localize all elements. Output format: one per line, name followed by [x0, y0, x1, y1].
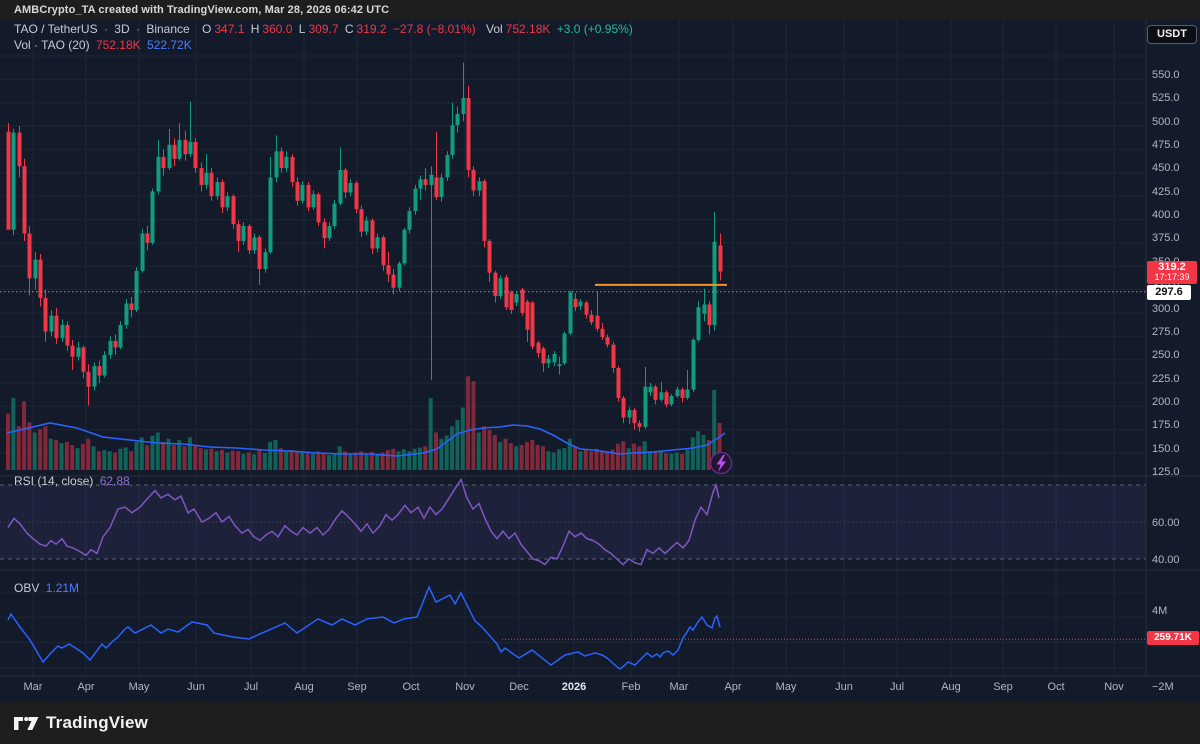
- price-tick-label: 300.0: [1152, 303, 1180, 315]
- vol-change: +3.0 (+0.95%): [557, 22, 633, 36]
- obv-title[interactable]: OBV: [14, 581, 39, 595]
- tradingview-logo[interactable]: TradingView: [14, 713, 148, 733]
- rsi-tick-label: 60.00: [1152, 517, 1180, 529]
- chart-area[interactable]: TAO / TetherUS · 3D · Binance O347.1 H36…: [0, 20, 1200, 702]
- exchange[interactable]: Binance: [146, 22, 189, 36]
- high-label: H: [251, 22, 260, 36]
- price-tick-label: 400.0: [1152, 209, 1180, 221]
- time-tick-label: Jul: [244, 681, 258, 693]
- tradingview-logo-text: TradingView: [46, 713, 148, 733]
- price-tick-label: 175.0: [1152, 419, 1180, 431]
- candlestick-series: [7, 63, 723, 432]
- tradingview-logo-icon: [14, 715, 39, 732]
- price-tick-label: 150.0: [1152, 443, 1180, 455]
- grid-lines: [0, 20, 1146, 676]
- low-value: 309.7: [308, 22, 338, 36]
- time-tick-label: Aug: [294, 681, 314, 693]
- volume-current: 752.18K: [96, 38, 141, 52]
- time-tick-label: Dec: [509, 681, 529, 693]
- price-tick-label: 225.0: [1152, 373, 1180, 385]
- high-value: 360.0: [262, 22, 292, 36]
- symbol-name[interactable]: TAO / TetherUS: [14, 22, 98, 36]
- time-tick-label: Aug: [941, 681, 961, 693]
- time-tick-label: 2026: [562, 681, 586, 693]
- time-tick-label: Sep: [347, 681, 367, 693]
- volume-ma: 522.72K: [147, 38, 192, 52]
- time-tick-label: Apr: [77, 681, 94, 693]
- tradingview-screenshot: AMBCrypto_TA created with TradingView.co…: [0, 0, 1200, 744]
- obv-legend[interactable]: OBV 1.21M: [14, 581, 82, 595]
- time-tick-label: Mar: [24, 681, 43, 693]
- rsi-value: 62.88: [100, 474, 130, 488]
- obv-value: 1.21M: [46, 581, 79, 595]
- chart-canvas[interactable]: [0, 20, 1200, 702]
- price-tick-label: 425.0: [1152, 186, 1180, 198]
- time-tick-label: Nov: [455, 681, 475, 693]
- time-tick-label: May: [776, 681, 797, 693]
- volume-bars: [6, 376, 722, 470]
- open-label: O: [202, 22, 211, 36]
- time-tick-label: Oct: [1047, 681, 1064, 693]
- last-price-label: 319.2 17:17:39: [1147, 261, 1197, 284]
- time-tick-label: Sep: [993, 681, 1013, 693]
- interval[interactable]: 3D: [114, 22, 129, 36]
- time-tick-label: Jun: [187, 681, 205, 693]
- vol-value: 752.18K: [506, 22, 551, 36]
- flash-icon[interactable]: [711, 453, 732, 474]
- change-value: −27.8 (−8.01%): [393, 22, 476, 36]
- vol-label: Vol: [486, 22, 503, 36]
- price-tick-label: 500.0: [1152, 116, 1180, 128]
- rsi-title[interactable]: RSI (14, close): [14, 474, 93, 488]
- drawing-lines: [0, 285, 1146, 292]
- price-tick-label: 550.0: [1152, 69, 1180, 81]
- attribution-bar: AMBCrypto_TA created with TradingView.co…: [0, 0, 1200, 20]
- bar-countdown: 17:17:39: [1147, 273, 1197, 282]
- rsi-pane: [0, 485, 1146, 559]
- symbol-legend[interactable]: TAO / TetherUS · 3D · Binance O347.1 H36…: [14, 22, 636, 36]
- footer-bar: TradingView: [0, 702, 1200, 744]
- obv-tick-label: −2M: [1152, 681, 1174, 693]
- volume-indicator-legend[interactable]: Vol · TAO (20) 752.18K 522.72K: [14, 38, 195, 52]
- price-tick-label: 475.0: [1152, 139, 1180, 151]
- rsi-tick-label: 40.00: [1152, 554, 1180, 566]
- open-value: 347.1: [214, 22, 244, 36]
- time-tick-label: Mar: [670, 681, 689, 693]
- close-label: C: [345, 22, 354, 36]
- price-tick-label: 525.0: [1152, 92, 1180, 104]
- time-tick-label: Feb: [622, 681, 641, 693]
- price-tick-label: 250.0: [1152, 349, 1180, 361]
- time-tick-label: Jun: [835, 681, 853, 693]
- drawing-price-label: 297.6: [1147, 285, 1191, 300]
- time-tick-label: Apr: [724, 681, 741, 693]
- rsi-legend[interactable]: RSI (14, close) 62.88: [14, 474, 133, 488]
- obv-level-label: 259.71K: [1147, 631, 1199, 645]
- volume-indicator-title[interactable]: Vol · TAO (20): [14, 38, 90, 52]
- time-tick-label: May: [129, 681, 150, 693]
- price-tick-label: 275.0: [1152, 326, 1180, 338]
- pane-separators: [0, 20, 1200, 676]
- price-tick-label: 375.0: [1152, 232, 1180, 244]
- price-tick-label: 450.0: [1152, 162, 1180, 174]
- obv-tick-label: 4M: [1152, 605, 1167, 617]
- time-tick-label: Oct: [402, 681, 419, 693]
- obv-line: [8, 587, 1146, 669]
- close-value: 319.2: [357, 22, 387, 36]
- price-tick-label: 200.0: [1152, 396, 1180, 408]
- price-tick-label: 125.0: [1152, 466, 1180, 478]
- attribution-text: AMBCrypto_TA created with TradingView.co…: [14, 4, 389, 16]
- currency-toggle-button[interactable]: USDT: [1147, 25, 1197, 44]
- low-label: L: [299, 22, 306, 36]
- time-tick-label: Jul: [890, 681, 904, 693]
- time-tick-label: Nov: [1104, 681, 1124, 693]
